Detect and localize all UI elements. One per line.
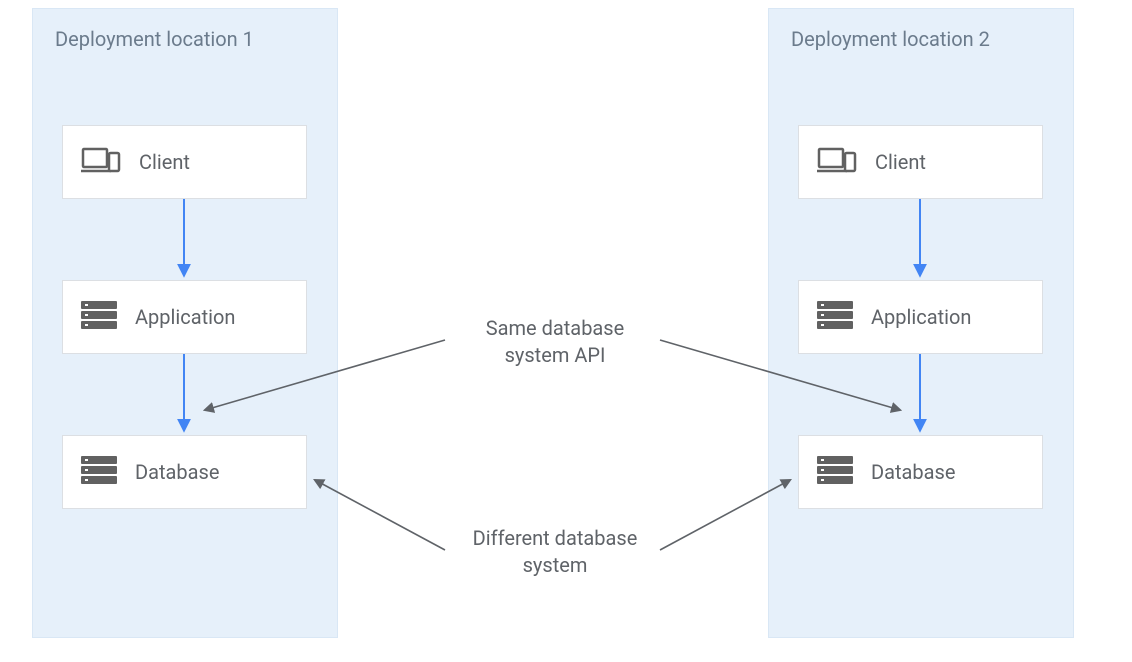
zone-title-1: Deployment location 1 (55, 27, 315, 51)
diagram-canvas: Deployment location 1 Deployment locatio… (0, 0, 1132, 662)
node-label: Database (135, 460, 219, 484)
server-icon (81, 455, 117, 490)
server-icon (81, 300, 117, 335)
node-label: Application (135, 305, 235, 329)
devices-icon (817, 145, 857, 180)
devices-icon (81, 145, 121, 180)
node-client-right: Client (798, 125, 1043, 199)
node-label: Client (875, 150, 926, 174)
zone-title-2: Deployment location 2 (791, 27, 1051, 51)
node-application-left: Application (62, 280, 307, 354)
node-label: Client (139, 150, 190, 174)
annotation-same-api: Same database system API (445, 315, 665, 369)
node-label: Application (871, 305, 971, 329)
server-icon (817, 455, 853, 490)
server-icon (817, 300, 853, 335)
node-database-right: Database (798, 435, 1043, 509)
annotation-different-db: Different database system (445, 525, 665, 579)
node-application-right: Application (798, 280, 1043, 354)
node-client-left: Client (62, 125, 307, 199)
node-label: Database (871, 460, 955, 484)
node-database-left: Database (62, 435, 307, 509)
